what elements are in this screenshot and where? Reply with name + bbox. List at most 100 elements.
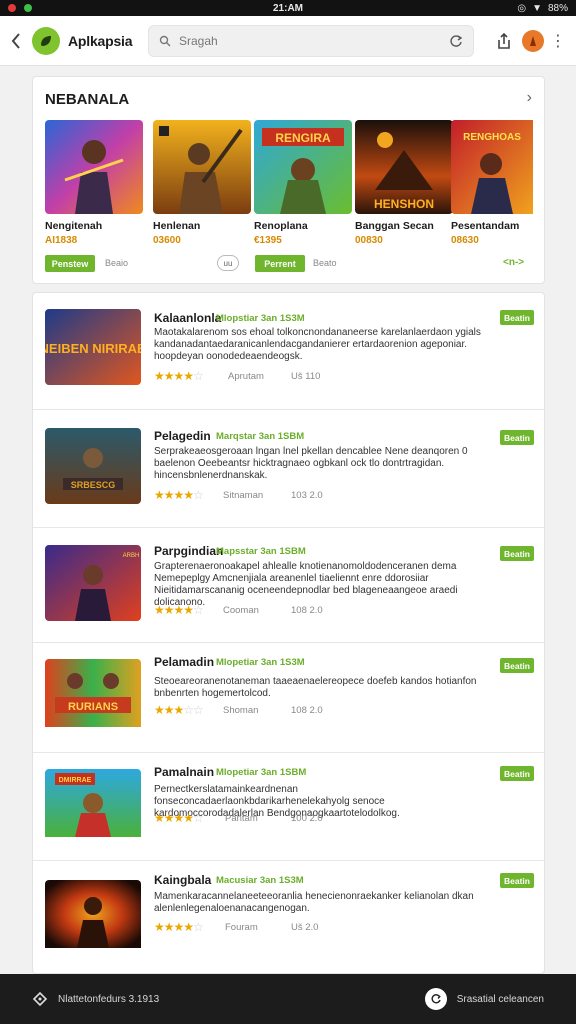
back-button[interactable]	[2, 16, 30, 66]
game-thumbnail: HENSHON	[355, 120, 453, 214]
art-title: NEIBEN NIRIRAB	[45, 341, 141, 356]
bottom-bar: Nlattetonfedurs 3.1913 Srasatial celeanc…	[0, 974, 576, 1024]
featured-item-name: Nengitenah	[45, 220, 103, 232]
star-rating: ★★★★☆	[154, 369, 204, 383]
game-thumbnail: NEIBEN NIRIRAB	[45, 309, 141, 385]
featured-action-text: Beaio	[105, 258, 129, 268]
star-rating: ★★★★☆	[154, 603, 204, 617]
featured-secondary-text: Beato	[313, 258, 337, 268]
item-meta: Fouram	[225, 922, 258, 933]
search-placeholder: Sragah	[179, 33, 218, 48]
app-name: Aplkapsia	[68, 32, 133, 49]
art-title: HENSHON	[374, 197, 434, 211]
bottom-left-text: Nlattetonfedurs 3.1913	[58, 993, 160, 1005]
featured-more-link[interactable]: <n->	[503, 257, 524, 268]
tag-icon	[32, 991, 48, 1007]
item-price: 103 2.0	[291, 490, 323, 501]
item-description: Maotakalarenom sos ehoal tolkoncnondanan…	[154, 327, 481, 362]
item-meta: Shoman	[223, 705, 259, 716]
game-thumbnail: RENGHOAS	[451, 120, 549, 214]
bottom-right-action[interactable]: Srasatial celeancen	[424, 988, 544, 1010]
item-name: Pelamadin	[154, 655, 215, 669]
user-avatar-icon	[530, 35, 536, 46]
item-description: Steoeareoranenotaneman taaeaenaelereopec…	[154, 676, 477, 699]
item-meta: Cooman	[223, 605, 259, 616]
featured-title: NEBANALA	[45, 91, 130, 108]
game-thumbnail	[45, 120, 143, 214]
featured-secondary-button[interactable]: Perrent	[255, 255, 305, 272]
star-rating: ★★★★☆	[154, 488, 204, 502]
featured-item-name: Renoplana	[254, 220, 308, 232]
refresh-icon[interactable]	[449, 34, 463, 48]
item-subtitle: Mlopetiar 3an 1SBM	[216, 767, 307, 778]
featured-item[interactable]: RENGIRA Renoplana €1395	[254, 120, 352, 246]
featured-item-price: AI1838	[45, 235, 78, 246]
featured-toggle-pill[interactable]: uu	[217, 255, 239, 271]
game-list: NEIBEN NIRIRAB Kalaanlonla Mlopstiar 3an…	[32, 292, 545, 974]
wifi-dot-icon	[24, 4, 32, 12]
item-meta: Sitnaman	[223, 490, 264, 501]
item-action-button[interactable]: Beatin	[500, 310, 534, 325]
item-name: Kaingbala	[154, 873, 212, 887]
featured-item-name: Henlenan	[153, 220, 201, 232]
notification-dot-icon	[8, 4, 16, 12]
alarm-icon: ◎	[517, 2, 527, 14]
game-thumbnail: SRBESCG	[45, 428, 141, 504]
leaf-logo-icon	[41, 35, 51, 46]
list-item[interactable]: RURIANS Pelamadin Mlopetiar 3an 1S3M Ste…	[33, 643, 544, 753]
item-description: Mamenkaracannelaneeteeoranlia henecienon…	[154, 891, 474, 914]
featured-item[interactable]: Henlenan 03600	[153, 120, 251, 246]
featured-item-price: 03600	[153, 235, 181, 246]
avatar[interactable]	[522, 29, 544, 52]
art-title: RURIANS	[68, 701, 118, 713]
list-item[interactable]: ARBH Parpgindian Mapsstar 3an 1SBM Grapt…	[33, 528, 544, 643]
featured-item-price: €1395	[254, 235, 282, 246]
chevron-left-icon	[11, 32, 20, 49]
item-name: Kalaanlonla	[154, 311, 222, 325]
chevron-right-icon[interactable]: ›	[527, 89, 532, 107]
search-input[interactable]: Sragah	[148, 24, 474, 57]
featured-item[interactable]: RENGHOAS Pesentandam 08630	[451, 120, 549, 246]
item-price: Uš 110	[291, 371, 321, 382]
item-action-button[interactable]: Beatin	[500, 658, 534, 673]
featured-item[interactable]: HENSHON Banggan Secan 00830	[355, 120, 453, 246]
list-item[interactable]: DMIRRAE Pamalnain Mlopetiar 3an 1SBM Per…	[33, 753, 544, 861]
item-meta: Aprutam	[228, 371, 264, 382]
item-name: Pamalnain	[154, 765, 215, 779]
list-item[interactable]: Kaingbala Macusiar 3an 1S3M Mamenkaracan…	[33, 861, 544, 973]
share-button[interactable]	[490, 27, 518, 55]
featured-action-button[interactable]: Penstew	[45, 255, 95, 272]
item-action-button[interactable]: Beatin	[500, 546, 534, 561]
star-rating: ★★★★☆	[154, 920, 204, 934]
app-logo[interactable]	[32, 26, 60, 55]
list-item[interactable]: SRBESCG Pelagedin Marqstar 3an 1SBM Serp…	[33, 410, 544, 528]
art-title: ARBH	[123, 553, 140, 559]
item-subtitle: Mapsstar 3an 1SBM	[216, 546, 306, 557]
item-action-button[interactable]: Beatin	[500, 430, 534, 445]
list-item[interactable]: NEIBEN NIRIRAB Kalaanlonla Mlopstiar 3an…	[33, 293, 544, 410]
share-icon	[498, 32, 510, 49]
item-subtitle: Marqstar 3an 1SBM	[216, 431, 305, 442]
featured-item[interactable]: Nengitenah AI1838	[45, 120, 143, 246]
item-price: Uš 2.0	[291, 922, 319, 933]
item-price: 108 2.0	[291, 705, 323, 716]
featured-item-name: Pesentandam	[451, 220, 520, 232]
item-action-button[interactable]: Beatin	[500, 766, 534, 781]
featured-item-price: 00830	[355, 235, 383, 246]
item-subtitle: Mlopetiar 3an 1S3M	[216, 657, 305, 668]
item-description: Grapterenaeronoakapel ahlealle knotienan…	[154, 561, 458, 608]
more-options-icon[interactable]: ⋮	[550, 31, 566, 51]
item-meta: Pantam	[225, 813, 258, 824]
item-subtitle: Macusiar 3an 1S3M	[216, 875, 304, 886]
status-time: 21:AM	[272, 2, 304, 14]
signal-icon: ▼	[532, 2, 542, 14]
art-title: SRBESCG	[71, 480, 116, 490]
search-icon	[159, 35, 171, 46]
bottom-left-action[interactable]: Nlattetonfedurs 3.1913	[32, 991, 159, 1007]
featured-item-name: Banggan Secan	[355, 220, 434, 232]
game-thumbnail: RURIANS	[45, 659, 141, 735]
item-description: Serprakeaeosgeroaan lngan lnel pkellan d…	[154, 446, 468, 481]
art-title: RENGHOAS	[463, 132, 521, 143]
item-description: Pernectkerslatamainkeardnenan fonseconca…	[154, 784, 400, 819]
item-action-button[interactable]: Beatin	[500, 873, 534, 888]
